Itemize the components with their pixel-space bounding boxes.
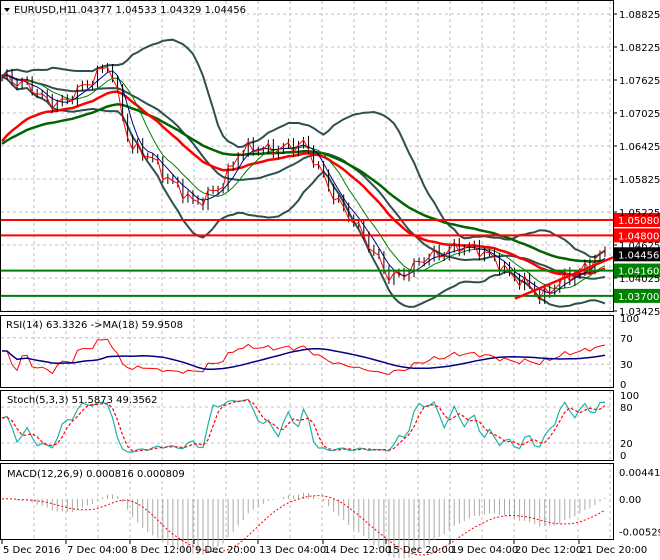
macd-axis-label: 0.00 [619, 495, 641, 506]
time-axis-label: 14 Dec 12:00 [324, 545, 391, 556]
price-axis-label: 1.04625 [619, 241, 660, 252]
price-axis-label: 1.06425 [619, 142, 660, 153]
rsi-axis-label: 30 [620, 360, 633, 371]
chart-header-symbol: EURUSD,H1 [14, 5, 73, 16]
level-label: 1.03700 [618, 292, 659, 303]
price-axis-label: 1.08225 [619, 43, 660, 54]
rsi-axis-label: 70 [620, 334, 633, 345]
time-axis-label: 13 Dec 04:00 [259, 545, 326, 556]
macd-axis-label: 0.004414 [619, 468, 660, 479]
price-axis-label: 1.07025 [619, 109, 660, 120]
time-axis-label: 7 Dec 04:00 [67, 545, 128, 556]
rsi-title: RSI(14) 63.3326 ->MA(18) 59.9508 [6, 320, 183, 331]
chart-canvas[interactable]: 1.050801.048001.041601.037001.04456 1.08… [0, 0, 660, 560]
time-axis-label: 5 Dec 2016 [3, 545, 61, 556]
price-axis-label: 1.08825 [619, 10, 660, 21]
stoch-title: Stoch(5,3,3) 51.5873 49.3562 [7, 395, 158, 406]
bollinger-middle [1, 74, 606, 280]
time-axis-label: 8 Dec 12:00 [131, 545, 192, 556]
price-axis-label: 1.04025 [619, 274, 660, 285]
time-axis-label: 19 Dec 04:00 [451, 545, 518, 556]
macd-axis-label: -0.005299 [619, 527, 660, 538]
price-axis-label: 1.07625 [619, 76, 660, 87]
ema-long-red [1, 90, 606, 276]
ma-fast [1, 70, 606, 294]
price-axis-label: 1.05225 [619, 208, 660, 219]
stoch-axis-label: 0 [620, 451, 626, 462]
plots [1, 38, 606, 559]
price-axis-label: 1.05825 [619, 175, 660, 186]
stoch-axis-label: 100 [620, 391, 639, 402]
rsi-ma-line [2, 347, 606, 370]
chart-header-ohlc: 1.04377 1.04533 1.04329 1.04456 [71, 5, 246, 16]
rsi-axis-label: 0 [620, 380, 626, 391]
time-axis-label: 20 Dec 12:00 [515, 545, 582, 556]
time-axis-label: 21 Dec 20:00 [580, 545, 647, 556]
macd-title: MACD(12,26,9) 0.000816 0.000809 [7, 469, 185, 480]
symbol-dropdown-icon[interactable] [4, 8, 10, 12]
time-axis-label: 9 Dec 20:00 [195, 545, 256, 556]
time-axis-label: 15 Dec 20:00 [387, 545, 454, 556]
stoch-axis-label: 20 [620, 439, 633, 450]
rsi-axis-label: 100 [620, 314, 639, 325]
stoch-axis-label: 80 [620, 403, 633, 414]
